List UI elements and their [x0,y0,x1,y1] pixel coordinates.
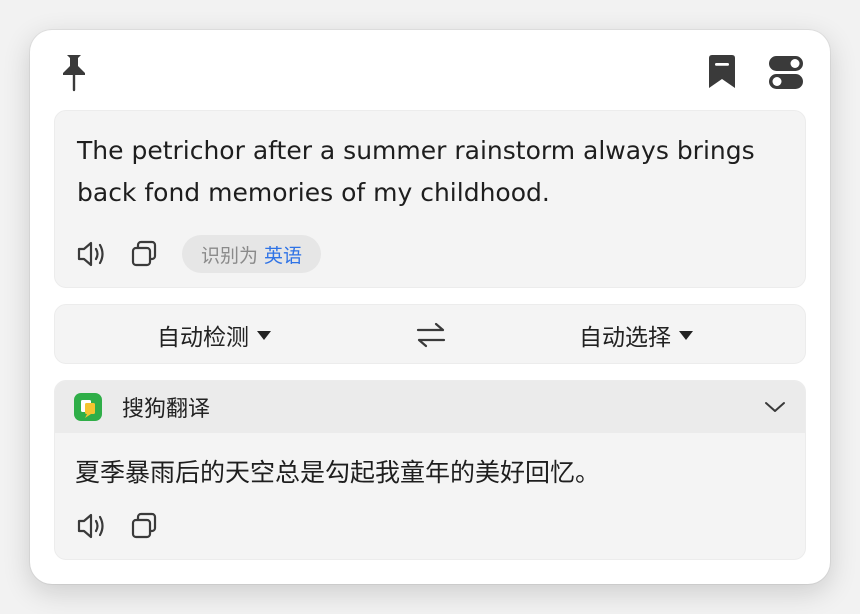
result-speak-button[interactable] [75,509,109,543]
target-language-label: 自动选择 [579,325,671,351]
bookmark-button[interactable] [702,52,742,92]
settings-button[interactable] [766,52,806,92]
pin-button[interactable] [54,50,94,94]
target-language-select[interactable]: 自动选择 [579,305,693,365]
copy-icon [131,240,157,267]
toggle-settings-icon [769,56,803,89]
chevron-down-icon [765,402,785,412]
caret-down-icon [679,330,693,340]
language-bar: 自动检测 自动选择 [54,304,806,364]
sogou-logo-icon [74,393,102,421]
source-text[interactable]: The petrichor after a summer rainstorm a… [77,130,777,214]
detect-prefix: 识别为 [201,244,259,267]
result-copy-button[interactable] [127,509,161,543]
result-header[interactable]: 搜狗翻译 [55,381,805,433]
detected-language: 英语 [264,244,303,267]
source-copy-button[interactable] [127,237,161,271]
source-language-label: 自动检测 [157,325,249,351]
detected-language-chip[interactable]: 识别为 英语 [182,235,322,273]
provider-name: 搜狗翻译 [122,397,211,422]
swap-icon [416,322,446,348]
source-card: The petrichor after a summer rainstorm a… [54,110,806,288]
collapse-button[interactable] [761,393,789,421]
source-language-select[interactable]: 自动检测 [157,305,271,365]
translator-window: The petrichor after a summer rainstorm a… [30,30,830,584]
caret-down-icon [257,330,271,340]
pin-icon [63,55,85,92]
result-card: 搜狗翻译 夏季暴雨后的天空总是勾起我童年的美好回忆。 [54,380,806,560]
bookmark-icon [709,55,735,88]
translation-text[interactable]: 夏季暴雨后的天空总是勾起我童年的美好回忆。 [75,453,600,489]
speaker-icon [77,241,104,267]
swap-languages-button[interactable] [411,318,451,352]
speaker-icon [77,513,104,539]
source-speak-button[interactable] [75,237,109,271]
copy-icon [131,512,157,539]
